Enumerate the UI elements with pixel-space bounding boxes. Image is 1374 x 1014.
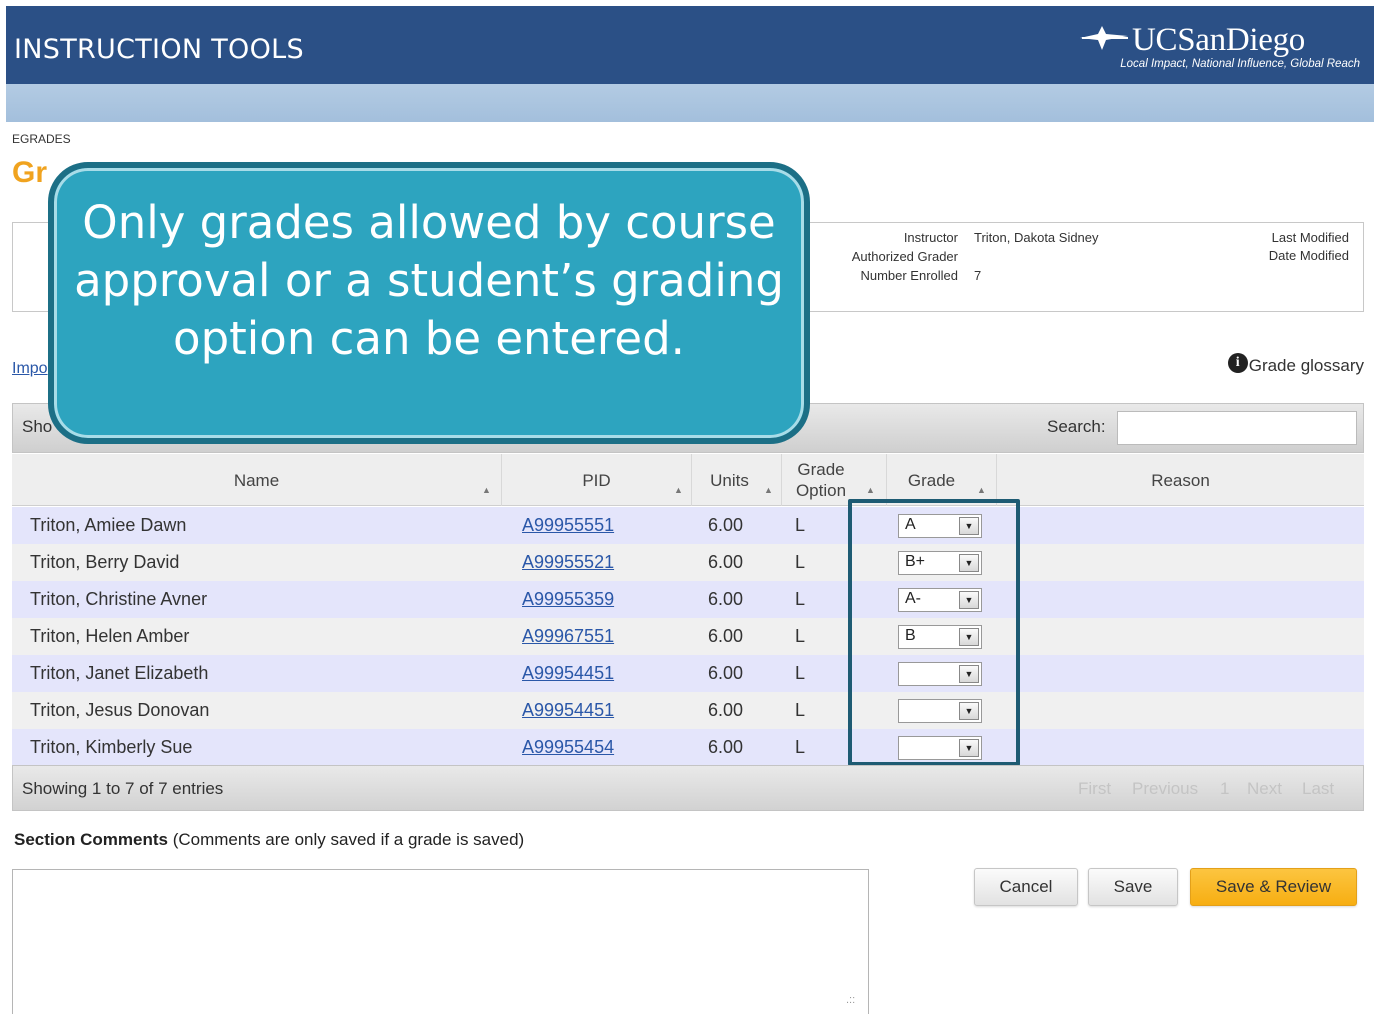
- last-modified-label: Last Modified: [1271, 230, 1349, 245]
- grade-glossary-link[interactable]: i Grade glossary: [1227, 353, 1364, 376]
- student-units: 6.00: [708, 626, 744, 646]
- save-button[interactable]: Save: [1088, 868, 1178, 906]
- instructor-label: Instructor: [903, 230, 958, 245]
- student-pid-link[interactable]: A99954451: [522, 663, 614, 684]
- pager-previous[interactable]: Previous: [1132, 779, 1198, 799]
- student-pid-link[interactable]: A99955521: [522, 552, 614, 573]
- column-header-grade-option-label-1: Grade: [797, 460, 845, 479]
- logo-name: UCSanDiego: [1132, 22, 1305, 58]
- student-name: Triton, Jesus Donovan: [30, 700, 210, 720]
- grade-column-highlight: [848, 499, 1020, 766]
- cancel-button[interactable]: Cancel: [974, 868, 1078, 906]
- section-comments-title: Section Comments: [14, 830, 168, 849]
- instructor-value: Triton, Dakota Sidney: [974, 230, 1099, 245]
- logo-tagline: Local Impact, National Influence, Global…: [1120, 58, 1360, 70]
- student-pid-link[interactable]: A99967551: [522, 626, 614, 647]
- student-grade-option: L: [795, 626, 806, 646]
- student-grade-option: L: [795, 700, 806, 720]
- table-row: Triton, Kimberly Sue A99955454 6.00 L ▼: [12, 729, 1364, 766]
- student-units: 6.00: [708, 515, 744, 535]
- student-name: Triton, Berry David: [30, 552, 180, 572]
- column-header-name-label: Name: [233, 470, 280, 490]
- table-row: Triton, Berry David A99955521 6.00 L B+ …: [12, 544, 1364, 581]
- number-enrolled-label: Number Enrolled: [860, 268, 958, 283]
- grade-glossary-label: Grade glossary: [1248, 356, 1364, 375]
- number-enrolled-value: 7: [974, 268, 982, 283]
- student-units: 6.00: [708, 737, 744, 757]
- student-name: Triton, Amiee Dawn: [30, 515, 187, 535]
- resize-grip-icon[interactable]: .::: [846, 994, 855, 1006]
- search-label: Search:: [1047, 417, 1106, 436]
- student-units: 6.00: [708, 663, 744, 683]
- pager-first[interactable]: First: [1078, 779, 1111, 799]
- app-title: INSTRUCTION TOOLS: [14, 34, 304, 65]
- student-grade-option: L: [795, 589, 806, 609]
- page: INSTRUCTION TOOLS UCSanDiego Local Impac…: [0, 0, 1374, 1014]
- show-entries-label: Sho: [22, 417, 53, 436]
- table-row: Triton, Janet Elizabeth A99954451 6.00 L…: [12, 655, 1364, 692]
- student-name: Triton, Helen Amber: [30, 626, 190, 646]
- student-units: 6.00: [708, 589, 744, 609]
- pager-page-1[interactable]: 1: [1220, 779, 1229, 799]
- breadcrumb[interactable]: EGRADES: [12, 132, 71, 146]
- column-header-reason: Reason: [997, 454, 1364, 506]
- sort-arrow-icon: ▲: [977, 485, 986, 495]
- column-header-units[interactable]: Units ▲: [692, 454, 782, 506]
- table-row: Triton, Amiee Dawn A99955551 6.00 L A ▼: [12, 507, 1364, 544]
- column-header-grade-label: Grade: [907, 470, 956, 490]
- app-header: INSTRUCTION TOOLS UCSanDiego Local Impac…: [6, 6, 1374, 84]
- column-header-units-label: Units: [710, 470, 749, 490]
- student-name: Triton, Janet Elizabeth: [30, 663, 209, 683]
- sub-navigation-bar: [6, 84, 1374, 122]
- entries-count: Showing 1 to 7 of 7 entries: [22, 779, 224, 798]
- student-grade-option: L: [795, 663, 806, 683]
- student-grade-option: L: [795, 552, 806, 572]
- page-title: Gr: [12, 156, 48, 189]
- authorized-grader-label: Authorized Grader: [851, 249, 958, 264]
- section-comments-note: (Comments are only saved if a grade is s…: [172, 830, 525, 849]
- save-and-review-button[interactable]: Save & Review: [1190, 868, 1357, 906]
- sort-arrow-icon: ▲: [866, 485, 875, 495]
- tutorial-callout: Only grades allowed by course approval o…: [48, 162, 810, 444]
- ucsd-logo[interactable]: UCSanDiego Local Impact, National Influe…: [1070, 22, 1360, 78]
- table-row: Triton, Christine Avner A99955359 6.00 L…: [12, 581, 1364, 618]
- column-header-reason-label: Reason: [1151, 470, 1210, 490]
- section-comments-label: Section Comments (Comments are only save…: [14, 830, 524, 850]
- student-pid-link[interactable]: A99955551: [522, 515, 614, 536]
- table-row: Triton, Jesus Donovan A99954451 6.00 L ▼: [12, 692, 1364, 729]
- student-pid-link[interactable]: A99954451: [522, 700, 614, 721]
- student-name: Triton, Christine Avner: [30, 589, 208, 609]
- student-units: 6.00: [708, 552, 744, 572]
- student-units: 6.00: [708, 700, 744, 720]
- student-grade-option: L: [795, 737, 806, 757]
- student-name: Triton, Kimberly Sue: [30, 737, 193, 757]
- pager-next[interactable]: Next: [1247, 779, 1282, 799]
- pager-last[interactable]: Last: [1302, 779, 1334, 799]
- info-icon: i: [1227, 353, 1248, 373]
- trident-logo-icon: [1080, 26, 1128, 50]
- sort-arrow-icon: ▲: [482, 485, 491, 495]
- search-input[interactable]: [1117, 411, 1357, 445]
- import-link[interactable]: Impo: [12, 360, 48, 378]
- student-pid-link[interactable]: A99955454: [522, 737, 614, 758]
- student-pid-link[interactable]: A99955359: [522, 589, 614, 610]
- column-header-name[interactable]: Name ▲: [12, 454, 502, 506]
- column-header-grade-option-label-2: Option: [795, 481, 847, 500]
- sort-arrow-icon: ▲: [764, 485, 773, 495]
- callout-text: Only grades allowed by course approval o…: [74, 196, 784, 365]
- section-comments-textarea[interactable]: [12, 869, 869, 1014]
- sort-arrow-icon: ▲: [674, 485, 683, 495]
- column-header-pid-label: PID: [582, 470, 611, 490]
- date-modified-label: Date Modified: [1268, 248, 1349, 263]
- table-row: Triton, Helen Amber A99967551 6.00 L B ▼: [12, 618, 1364, 655]
- student-grade-option: L: [795, 515, 806, 535]
- table-header: Name ▲ PID ▲ Units ▲ Grade Option ▲ Grad…: [12, 454, 1364, 506]
- table-footer: Showing 1 to 7 of 7 entries First Previo…: [12, 765, 1364, 811]
- student-table-body: Triton, Amiee Dawn A99955551 6.00 L A ▼ …: [12, 507, 1364, 766]
- column-header-pid[interactable]: PID ▲: [502, 454, 692, 506]
